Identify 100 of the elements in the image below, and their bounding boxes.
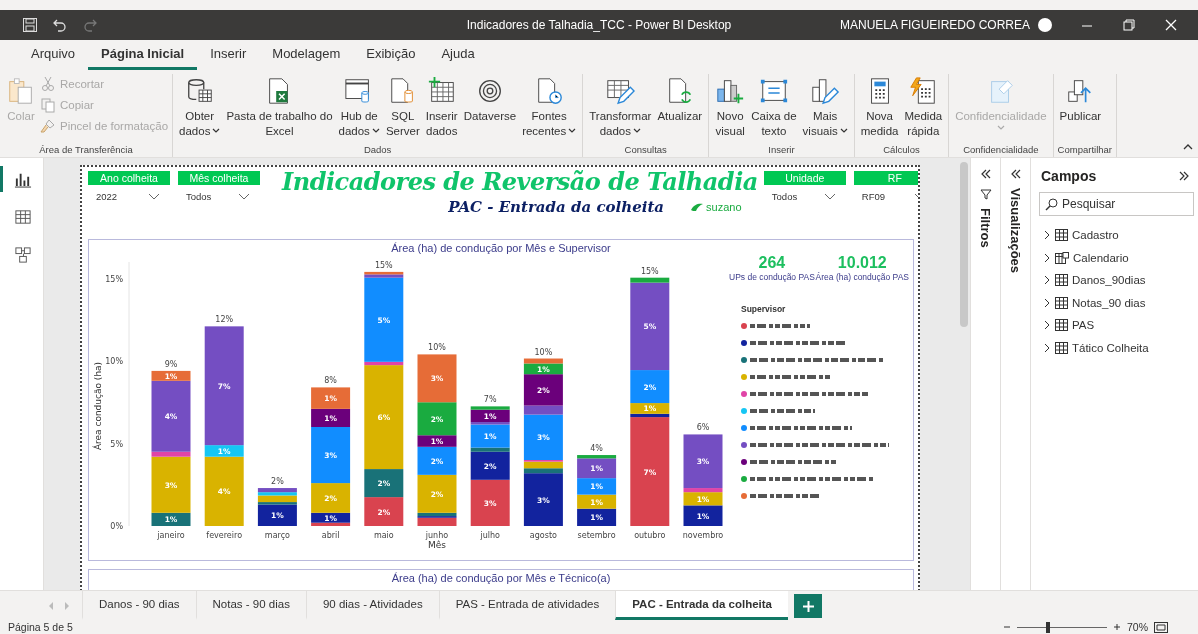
- ribbon-button[interactable]: Obter dados: [177, 74, 223, 144]
- scissors-icon: [40, 76, 56, 92]
- table-icon: [1055, 341, 1068, 354]
- caret-icon: [839, 127, 848, 134]
- restore-icon[interactable]: [1122, 18, 1136, 32]
- pane-title: Campos: [1041, 168, 1097, 184]
- ribbon-button[interactable]: Atualizar: [655, 74, 705, 144]
- window-title: Indicadores de Talhadia_TCC - Power BI Desktop: [466, 18, 732, 32]
- axis-title: Área condução (ha): [93, 361, 103, 451]
- plus-icon: [802, 600, 814, 612]
- total-label: 12%: [215, 315, 234, 325]
- menu-tab[interactable]: Modelagem: [259, 46, 354, 70]
- field-table-item[interactable]: Danos_90dias: [1039, 269, 1194, 292]
- bar-chart-pencil-icon: [810, 76, 841, 106]
- tick-label: 15%: [105, 274, 123, 284]
- ribbon-button[interactable]: Transformar dados: [587, 74, 654, 144]
- table-icon: [1055, 319, 1068, 332]
- logo: suzano: [690, 201, 742, 213]
- total-label: 8%: [324, 376, 337, 386]
- table-icon: [1055, 296, 1068, 309]
- tick-label: 10%: [105, 357, 123, 366]
- legend-title: Supervisor: [741, 304, 787, 314]
- tick-label: 5%: [110, 439, 123, 449]
- menu-tab[interactable]: Exibição: [353, 46, 429, 70]
- field-table-item[interactable]: Cadastro: [1039, 224, 1194, 247]
- scrollbar-thumb[interactable]: [960, 162, 968, 327]
- ribbon-button[interactable]: Medida rápida: [902, 74, 945, 144]
- search-icon: [1045, 198, 1058, 211]
- field-table-item[interactable]: Notas_90 dias: [1039, 291, 1194, 314]
- slicer-dropdown[interactable]: 2022: [92, 189, 164, 204]
- kpi-label: UPs de condução PAS: [729, 272, 815, 282]
- ribbon-button[interactable]: Caixa de texto: [749, 74, 799, 144]
- field-table-item[interactable]: Tático Colheita: [1039, 336, 1194, 359]
- slicer-dropdown[interactable]: Todos: [182, 189, 254, 204]
- slicer-header: Unidade: [763, 171, 846, 185]
- group-label: Cálculos: [882, 144, 921, 157]
- slicer-header: Ano colheita: [88, 171, 170, 185]
- total-label: 7%: [483, 395, 497, 405]
- table-icon: [1055, 229, 1068, 242]
- category-label: abril: [321, 531, 340, 540]
- menu-tab[interactable]: Ajuda: [428, 46, 488, 70]
- table-icon: [14, 208, 32, 226]
- kpi-label: Área (ha) condução PAS: [815, 272, 909, 282]
- slider-thumb[interactable]: [1046, 621, 1051, 633]
- minus-icon[interactable]: [1003, 623, 1011, 631]
- ribbon-button[interactable]: Fontes recentes: [520, 74, 579, 144]
- fit-page-icon[interactable]: [1154, 621, 1168, 633]
- obscured-text: [750, 323, 810, 329]
- pane-label[interactable]: Filtros: [978, 208, 993, 248]
- group-label: Consultas: [623, 144, 668, 157]
- collapse-left-icon[interactable]: [979, 168, 992, 180]
- ribbon-button[interactable]: SQL Server: [383, 74, 422, 144]
- collapse-left-icon[interactable]: [1009, 168, 1022, 180]
- kpi-value: 264: [758, 254, 786, 272]
- total-label: 10%: [534, 347, 553, 357]
- save-icon[interactable]: [22, 17, 38, 33]
- redo-icon[interactable]: [82, 17, 98, 33]
- ribbon-button[interactable]: Hub de dados: [336, 74, 382, 144]
- slicer-dropdown[interactable]: RF09: [857, 189, 918, 204]
- chevron-down-icon: [238, 193, 250, 200]
- menu-tab[interactable]: Arquivo: [18, 46, 89, 70]
- ribbon-button[interactable]: Pasta de trabalho do Excel: [224, 74, 335, 144]
- group-label: Inserir: [767, 144, 796, 157]
- menu-tab[interactable]: Inserir: [197, 46, 260, 70]
- zoom-level: 70%: [1127, 621, 1148, 633]
- add-page-button[interactable]: [794, 594, 822, 618]
- model-diagram-icon: [14, 246, 32, 264]
- page-tab[interactable]: PAC - Entrada da colheita: [615, 591, 788, 620]
- caret-icon: [633, 127, 641, 134]
- ribbon-button[interactable]: Mais visuais: [800, 74, 850, 144]
- ribbon-button[interactable]: Inserir dados: [423, 74, 460, 144]
- collapse-icon[interactable]: [1183, 143, 1193, 151]
- category-label: julho: [480, 531, 500, 540]
- undo-icon[interactable]: [52, 17, 68, 33]
- chart-title: Área (ha) de condução por Mês e Supervisor: [390, 242, 612, 254]
- category-label: maio: [373, 531, 394, 540]
- ribbon-button[interactable]: Publicar: [1057, 74, 1104, 144]
- ribbon-button[interactable]: Dataverse: [461, 74, 519, 144]
- search-field[interactable]: Pesquisar: [1039, 192, 1194, 216]
- caret-icon: [371, 127, 380, 134]
- total-label: 9%: [164, 359, 178, 369]
- pane-label[interactable]: Visualizações: [1008, 188, 1023, 274]
- obscured-text: [750, 408, 815, 414]
- group-label: Área de Transferência: [38, 144, 134, 157]
- filter-icon[interactable]: [979, 188, 992, 200]
- ribbon-button[interactable]: Novo visual: [713, 74, 748, 144]
- plus-icon[interactable]: [1113, 623, 1121, 631]
- ribbon-button[interactable]: Nova medida: [858, 74, 901, 144]
- bar-segment: [577, 478, 617, 495]
- slicer-dropdown[interactable]: Todos: [767, 189, 840, 204]
- field-table-item[interactable]: PAS: [1039, 314, 1194, 337]
- field-table-item[interactable]: Calendario: [1039, 246, 1194, 269]
- leaf-icon: [690, 202, 705, 212]
- close-icon[interactable]: [1164, 18, 1178, 32]
- category-label: março: [264, 531, 290, 540]
- collapse-right-icon[interactable]: [1178, 170, 1190, 182]
- axis-title: Mês: [428, 540, 446, 550]
- caret-icon: [996, 125, 1005, 131]
- avatar-icon[interactable]: [1038, 18, 1052, 32]
- total-label: 10%: [428, 343, 446, 353]
